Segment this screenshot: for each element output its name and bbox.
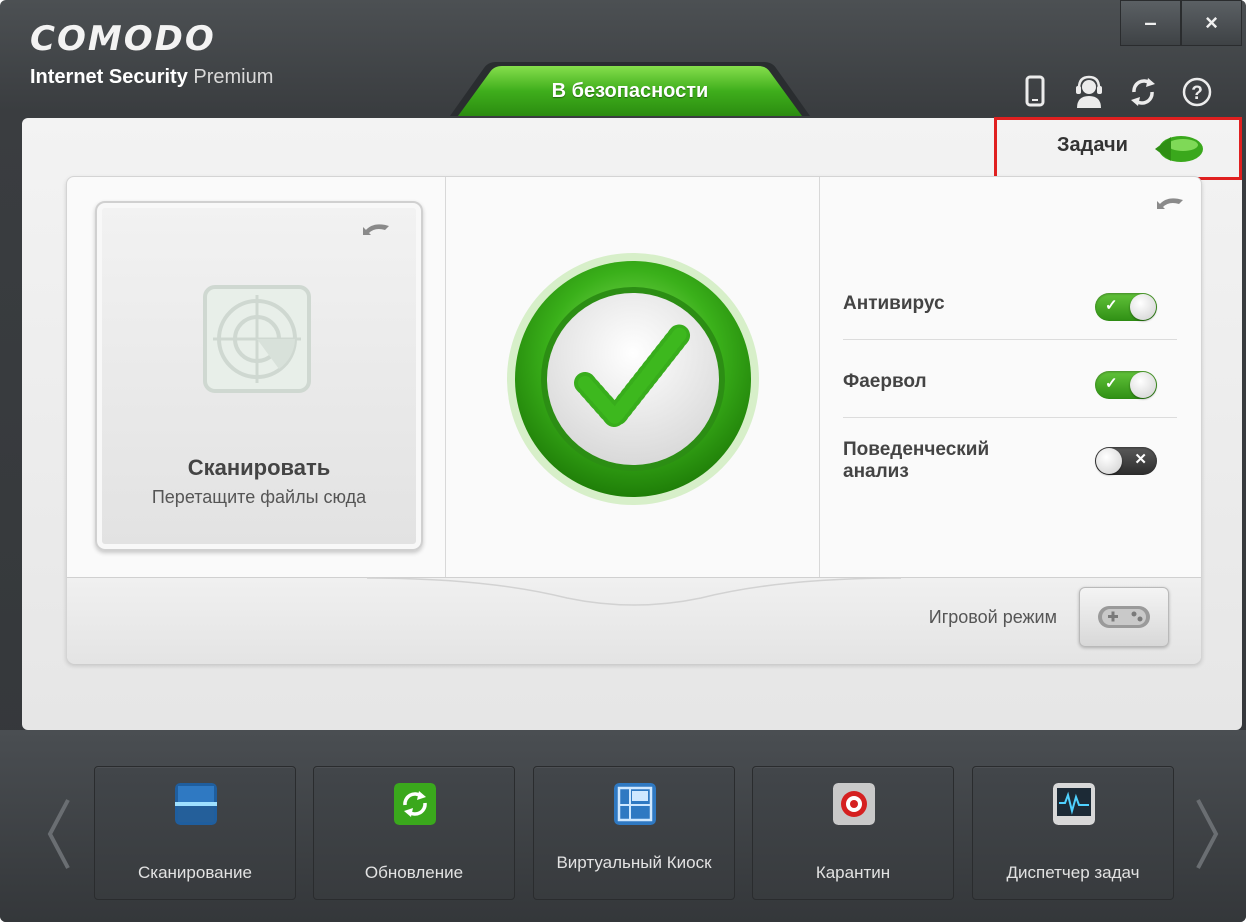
header-icon-bar: ? [1010, 74, 1240, 114]
dock-label-virtual-kiosk: Виртуальный Киоск [556, 853, 712, 872]
antivirus-label: Антивирус [843, 293, 945, 314]
dock-next-arrow[interactable] [1190, 794, 1226, 874]
close-button[interactable]: × [1181, 0, 1242, 46]
dock-item-virtual-kiosk[interactable]: Виртуальный Киоск [533, 766, 735, 900]
help-icon[interactable]: ? [1180, 74, 1214, 110]
toggle-knob [1130, 294, 1156, 320]
behavior-analysis-row: Поведенческий анализ ✕ [843, 439, 1177, 499]
product-name-bold: Internet Security [30, 66, 188, 88]
dock-label-quarantine: Карантин [815, 863, 891, 882]
dock-label-scan: Сканирование [138, 863, 252, 882]
dock-item-task-manager[interactable]: Диспетчер задач [972, 766, 1174, 900]
antivirus-toggle[interactable]: ✓ [1095, 293, 1157, 321]
update-icon [394, 783, 436, 825]
x-icon: ✕ [1134, 451, 1147, 468]
gamepad-icon [1098, 606, 1150, 628]
scan-title: Сканировать [187, 455, 331, 480]
quarantine-icon [833, 783, 875, 825]
dock-label-task-manager: Диспетчер задач [1006, 863, 1140, 882]
dock-label-update: Обновление [364, 863, 464, 882]
panel-divider-left [445, 177, 446, 577]
status-tab-label: В безопасности [551, 80, 709, 102]
panel-divider-right [819, 177, 820, 577]
status-tab[interactable]: В безопасности [450, 62, 810, 116]
toggle-knob [1130, 372, 1156, 398]
antivirus-row: Антивирус ✓ [843, 285, 1177, 345]
firewall-row: Фаервол ✓ [843, 363, 1177, 423]
task-manager-icon [1053, 783, 1095, 825]
svg-text:?: ? [1191, 83, 1203, 104]
check-icon: ✓ [1105, 375, 1118, 392]
dock-item-scan[interactable]: Сканирование [94, 766, 296, 900]
firewall-toggle[interactable]: ✓ [1095, 371, 1157, 399]
window-controls: – × [1120, 0, 1242, 46]
game-mode-label: Игровой режим [928, 607, 1057, 627]
dock-item-update[interactable]: Обновление [313, 766, 515, 900]
support-icon[interactable] [1072, 74, 1106, 110]
toggle-knob [1096, 448, 1122, 474]
firewall-label: Фаервол [843, 371, 927, 392]
row-separator [843, 417, 1177, 418]
product-name-edition: Premium [187, 66, 274, 88]
app-window: COMODO Internet Security Premium – × В б… [0, 0, 1246, 922]
dashboard-panel: Сканировать Перетащите файлы сюда Антиви… [66, 176, 1202, 664]
flip-icon[interactable] [361, 219, 393, 239]
product-name: Internet Security Premium [30, 66, 273, 89]
scan-icon [175, 783, 217, 825]
tasks-label: Задачи [1057, 134, 1128, 156]
bottom-dock: Сканирование Обновление Виртуальный Киос… [0, 730, 1246, 922]
center-curve [367, 577, 901, 606]
refresh-icon[interactable] [1126, 74, 1160, 110]
flip-icon-right[interactable] [1155, 193, 1187, 213]
tasks-arrow-icon [1155, 136, 1203, 162]
game-mode-button[interactable] [1079, 587, 1169, 647]
behavior-analysis-toggle[interactable]: ✕ [1095, 447, 1157, 475]
mobile-icon[interactable] [1018, 74, 1052, 110]
protected-status-icon [507, 253, 759, 505]
radar-scan-icon [203, 285, 311, 393]
row-separator [843, 339, 1177, 340]
tasks-button[interactable]: Задачи [994, 117, 1242, 180]
dock-prev-arrow[interactable] [40, 794, 76, 874]
comodo-logo: COMODO [30, 19, 216, 59]
scan-drop-tile[interactable]: Сканировать Перетащите файлы сюда [95, 201, 423, 551]
dock-item-quarantine[interactable]: Карантин [752, 766, 954, 900]
minimize-button[interactable]: – [1120, 0, 1181, 46]
virtual-kiosk-icon [614, 783, 656, 825]
scan-subtitle: Перетащите файлы сюда [151, 487, 367, 507]
behavior-analysis-label: Поведенческий анализ [843, 439, 990, 482]
check-icon: ✓ [1105, 297, 1118, 314]
